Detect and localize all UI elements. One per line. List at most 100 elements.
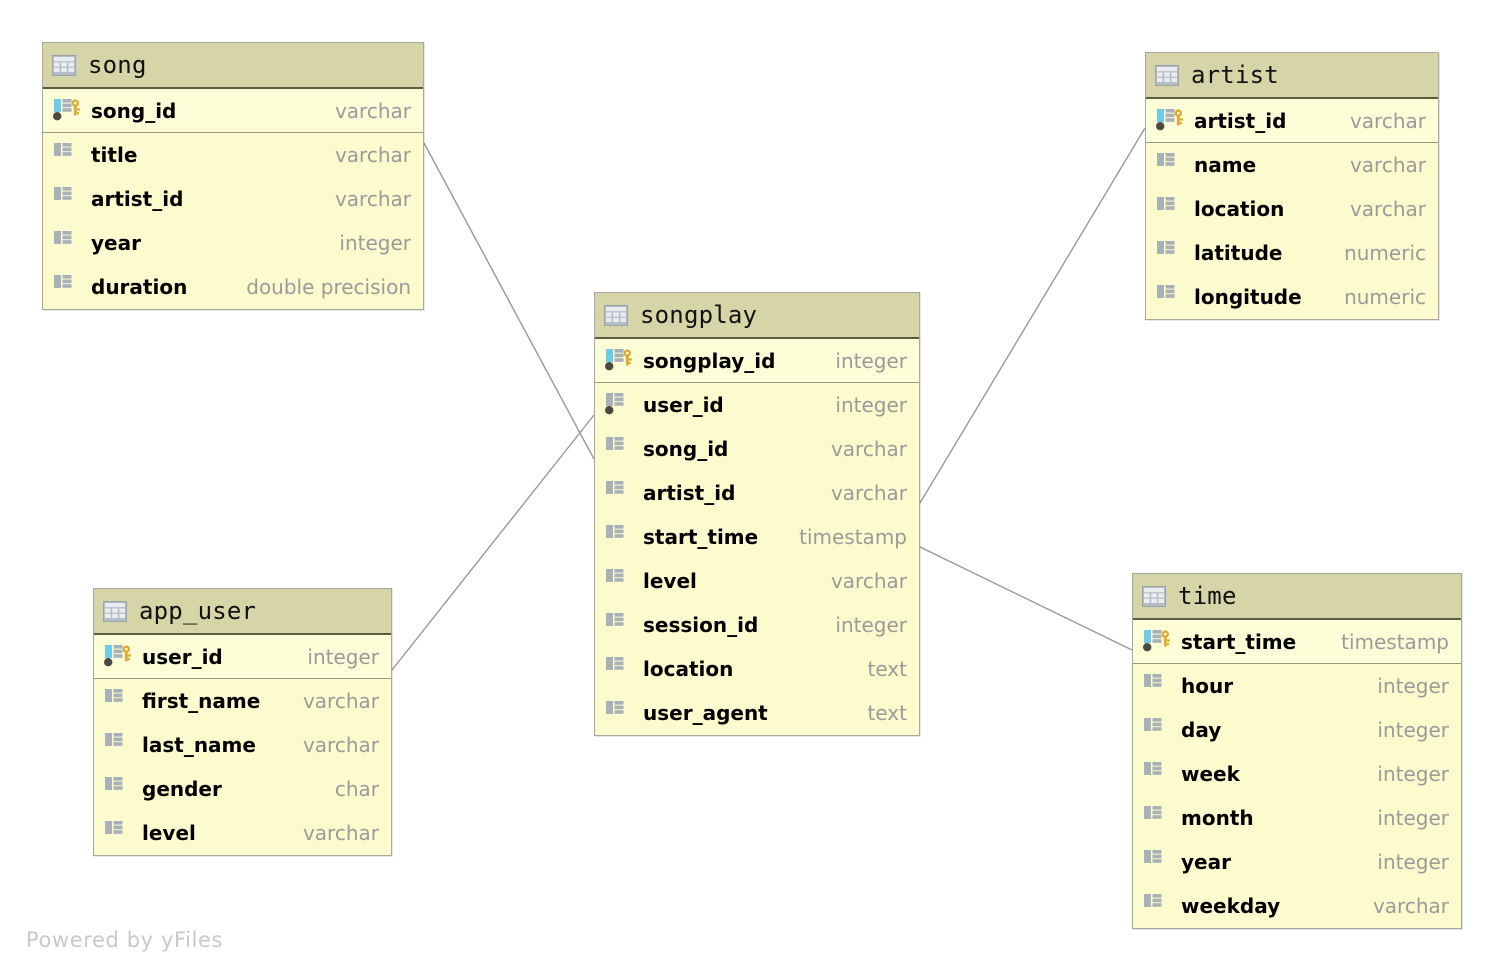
relationship-edge-appuser-songplay[interactable]	[391, 414, 595, 671]
table-icon	[604, 304, 628, 326]
attribute-row[interactable]: first_name varchar	[94, 679, 391, 723]
attribute-row[interactable]: last_name varchar	[94, 723, 391, 767]
attribute-name: hour	[1181, 674, 1234, 698]
attribute-name: user_agent	[643, 701, 768, 725]
entity-title: app_user	[139, 597, 257, 625]
attribute-row[interactable]: artist_id varchar	[1146, 99, 1438, 143]
column-icon	[54, 275, 72, 288]
entity-app_user[interactable]: app_user user_id integer first_name varchar l…	[93, 588, 392, 856]
table-icon	[103, 600, 127, 622]
entity-header-time: time	[1133, 574, 1461, 620]
attribute-row[interactable]: level varchar	[595, 559, 919, 603]
column-icon	[54, 143, 72, 156]
attribute-type: varchar	[334, 143, 411, 167]
attribute-row[interactable]: title varchar	[43, 133, 423, 177]
attribute-row[interactable]: artist_id varchar	[43, 177, 423, 221]
attribute-type: integer	[835, 348, 907, 373]
entity-title: artist	[1191, 61, 1279, 89]
attribute-type: text	[867, 657, 907, 681]
attribute-row[interactable]: year integer	[1133, 840, 1461, 884]
entity-header-song: song	[43, 43, 423, 89]
attribute-type: varchar	[1349, 108, 1426, 133]
relationship-edge-songplay-artist[interactable]	[919, 127, 1146, 504]
attribute-name: level	[643, 569, 697, 593]
attribute-type: numeric	[1344, 285, 1426, 309]
attribute-row[interactable]: session_id integer	[595, 603, 919, 647]
attribute-row[interactable]: location varchar	[1146, 187, 1438, 231]
column-icon	[606, 613, 624, 626]
attribute-list: start_time timestamp hour integer day integer…	[1133, 620, 1461, 928]
entity-artist[interactable]: artist artist_id varchar name varchar locatio…	[1145, 52, 1439, 320]
column-icon	[1144, 674, 1162, 687]
er-diagram-canvas: song song_id varchar title varchar artist_id v…	[0, 0, 1502, 976]
column-icon	[1144, 762, 1162, 775]
attribute-row[interactable]: user_id integer	[94, 635, 391, 679]
attribute-row[interactable]: song_id varchar	[595, 427, 919, 471]
attribute-type: text	[867, 701, 907, 725]
column-icon	[54, 231, 72, 244]
attribute-list: songplay_id integer user_id integer song_id v…	[595, 339, 919, 735]
attribute-name: first_name	[142, 689, 261, 713]
attribute-row[interactable]: longitude numeric	[1146, 275, 1438, 319]
relationship-edge-songplay-time[interactable]	[919, 546, 1133, 651]
attribute-name: user_id	[643, 393, 724, 417]
attribute-row[interactable]: latitude numeric	[1146, 231, 1438, 275]
attribute-row[interactable]: user_agent text	[595, 691, 919, 735]
attribute-row[interactable]: day integer	[1133, 708, 1461, 752]
attribute-type: varchar	[1349, 197, 1426, 221]
column-icon	[606, 525, 624, 538]
attribute-name: last_name	[142, 733, 256, 757]
relationship-edge-song-songplay[interactable]	[423, 142, 595, 460]
attribute-row[interactable]: name varchar	[1146, 143, 1438, 187]
attribute-row[interactable]: artist_id varchar	[595, 471, 919, 515]
attribute-type: varchar	[1372, 894, 1449, 918]
attribute-row[interactable]: hour integer	[1133, 664, 1461, 708]
attribute-type: integer	[1377, 674, 1449, 698]
attribute-row[interactable]: songplay_id integer	[595, 339, 919, 383]
attribute-name: weekday	[1181, 894, 1281, 918]
attribute-name: user_id	[142, 644, 223, 669]
attribute-type: varchar	[302, 733, 379, 757]
attribute-name: location	[643, 657, 734, 681]
attribute-row[interactable]: duration double precision	[43, 265, 423, 309]
primary-key-icon	[1156, 108, 1183, 130]
table-icon	[1155, 64, 1179, 86]
attribute-row[interactable]: weekday varchar	[1133, 884, 1461, 928]
attribute-row[interactable]: gender char	[94, 767, 391, 811]
column-icon	[1157, 153, 1175, 166]
attribute-type: varchar	[1349, 153, 1426, 177]
attribute-type: double precision	[246, 275, 411, 299]
attribute-name: level	[142, 821, 196, 845]
attribute-row[interactable]: start_time timestamp	[595, 515, 919, 559]
attribute-name: songplay_id	[643, 348, 776, 373]
attribute-list: artist_id varchar name varchar location varch…	[1146, 99, 1438, 319]
entity-song[interactable]: song song_id varchar title varchar artist_id v…	[42, 42, 424, 310]
attribute-row[interactable]: month integer	[1133, 796, 1461, 840]
attribute-row[interactable]: song_id varchar	[43, 89, 423, 133]
attribute-name: start_time	[1181, 629, 1297, 654]
attribute-type: integer	[835, 393, 907, 417]
column-icon	[606, 569, 624, 582]
attribute-type: varchar	[830, 437, 907, 461]
attribute-row[interactable]: year integer	[43, 221, 423, 265]
attribute-name: month	[1181, 806, 1254, 830]
primary-key-icon	[605, 348, 632, 370]
attribute-name: year	[91, 231, 141, 255]
column-icon	[606, 657, 624, 670]
attribute-name: longitude	[1194, 285, 1302, 309]
attribute-row[interactable]: level varchar	[94, 811, 391, 855]
attribute-type: integer	[339, 231, 411, 255]
attribute-row[interactable]: start_time timestamp	[1133, 620, 1461, 664]
attribute-row[interactable]: week integer	[1133, 752, 1461, 796]
attribute-name: artist_id	[91, 187, 184, 211]
attribute-name: song_id	[643, 437, 729, 461]
attribute-name: artist_id	[1194, 108, 1287, 133]
entity-time[interactable]: time start_time timestamp hour integer day int…	[1132, 573, 1462, 929]
column-icon	[1157, 285, 1175, 298]
attribute-name: year	[1181, 850, 1231, 874]
attribute-type: varchar	[830, 481, 907, 505]
attribute-row[interactable]: location text	[595, 647, 919, 691]
entity-songplay[interactable]: songplay songplay_id integer user_id integer…	[594, 292, 920, 736]
attribute-type: integer	[1377, 718, 1449, 742]
attribute-row[interactable]: user_id integer	[595, 383, 919, 427]
